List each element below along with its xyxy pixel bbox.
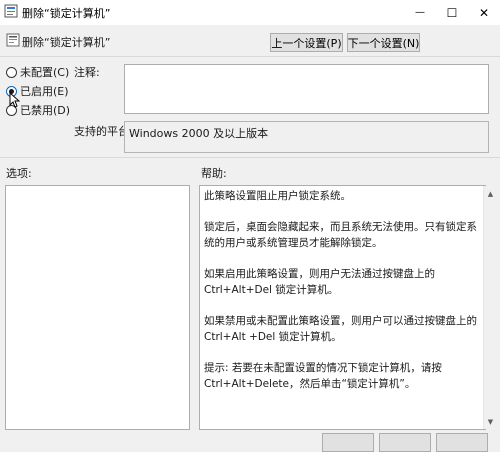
options-pane — [5, 185, 190, 430]
policy-setting-icon — [6, 33, 20, 47]
cancel-button[interactable] — [379, 433, 431, 452]
help-paragraph: 提示: 若要在未配置设置的情况下锁定计算机，请按 Ctrl+Alt+Delete… — [204, 362, 442, 390]
radio-label: 已禁用(D) — [20, 104, 71, 117]
help-paragraph: 如果禁用或未配置此策略设置，则用户可以通过按键盘上的 Ctrl+Alt +Del… — [204, 315, 477, 343]
comment-label: 注释: — [74, 66, 100, 79]
mouse-pointer-icon — [9, 92, 20, 108]
comment-textarea[interactable] — [124, 64, 489, 114]
section-divider — [0, 157, 500, 158]
platform-value: Windows 2000 及以上版本 — [129, 127, 269, 140]
minimize-icon: — — [415, 7, 425, 18]
help-pane: 此策略设置阻止用户锁定系统。 锁定后，桌面会隐藏起来，而且系统无法使用。只有锁定… — [199, 185, 486, 430]
help-scrollbar[interactable]: ▲ ▼ — [483, 186, 497, 429]
close-icon: ✕ — [478, 5, 490, 20]
maximize-icon: ☐ — [446, 5, 458, 20]
help-label: 帮助: — [201, 167, 227, 180]
policy-name: 删除“锁定计算机” — [22, 36, 111, 49]
help-paragraph: 锁定后，桌面会隐藏起来，而且系统无法使用。只有锁定系统的用户或系统管理员才能解除… — [204, 221, 477, 249]
radio-button[interactable] — [6, 66, 17, 78]
apply-button[interactable] — [436, 433, 488, 452]
help-paragraph: 此策略设置阻止用户锁定系统。 — [204, 190, 351, 202]
header-divider — [0, 56, 500, 57]
platform-field: Windows 2000 及以上版本 — [124, 121, 489, 153]
options-label: 选项: — [6, 167, 32, 180]
help-paragraph: 如果启用此策略设置，则用户无法通过按键盘上的 Ctrl+Alt+Del 锁定计算… — [204, 268, 435, 296]
window-title: 删除“锁定计算机” — [22, 7, 111, 20]
previous-setting-button[interactable]: 上一个设置(P) — [270, 33, 343, 52]
radio-label: 已启用(E) — [20, 85, 69, 98]
radio-not-configured[interactable]: 未配置(C) — [6, 64, 69, 80]
ok-button[interactable] — [322, 433, 374, 452]
close-button[interactable]: ✕ — [468, 0, 500, 25]
policy-app-icon — [4, 4, 18, 18]
radio-label: 未配置(C) — [20, 66, 70, 79]
minimize-button[interactable]: — — [404, 0, 436, 25]
next-setting-button[interactable]: 下一个设置(N) — [347, 33, 420, 52]
scroll-down-icon[interactable]: ▼ — [484, 415, 497, 428]
scroll-up-icon[interactable]: ▲ — [484, 187, 497, 200]
maximize-button[interactable]: ☐ — [436, 0, 468, 25]
